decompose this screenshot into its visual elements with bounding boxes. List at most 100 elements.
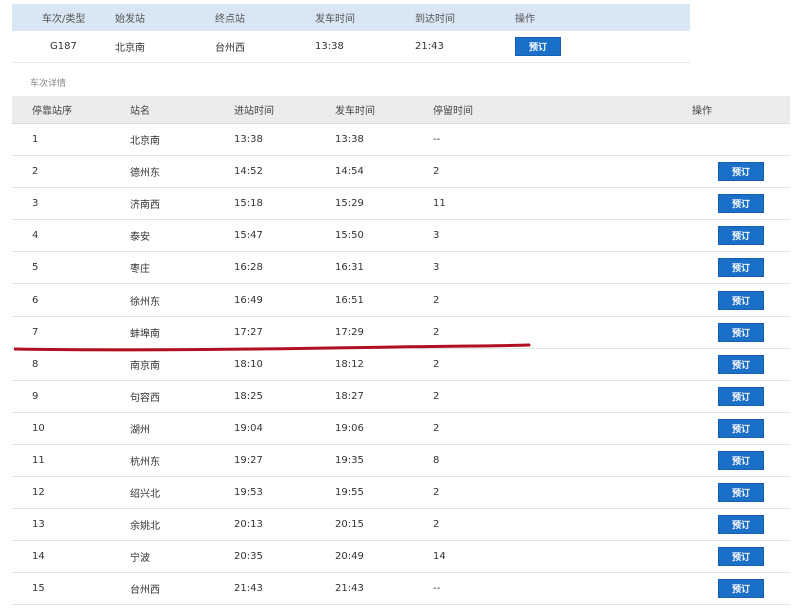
book-button[interactable]: 预订 bbox=[718, 258, 764, 278]
table-row: 10 湖州 19:04 19:06 2 预订 bbox=[12, 413, 790, 445]
stop-depart-time: 14:54 bbox=[335, 166, 364, 178]
stop-action-cell: 预订 bbox=[692, 354, 790, 374]
train-summary-table: 车次/类型 始发站 终点站 发车时间 到达时间 操作 G187 北京南 台州西 … bbox=[12, 4, 690, 63]
detail-header-seq: 停靠站序 bbox=[32, 106, 72, 117]
stop-action-cell: 预订 bbox=[692, 579, 790, 599]
stop-stay-minutes: 11 bbox=[433, 198, 446, 210]
summary-header-row: 车次/类型 始发站 终点站 发车时间 到达时间 操作 bbox=[12, 4, 690, 31]
stop-depart-time: 19:06 bbox=[335, 422, 364, 434]
stop-action-cell: 预订 bbox=[692, 515, 790, 535]
stop-stay-minutes: 2 bbox=[433, 166, 440, 178]
detail-header-station: 站名 bbox=[130, 106, 150, 117]
stop-depart-time: 15:29 bbox=[335, 198, 364, 210]
book-button[interactable]: 预订 bbox=[718, 515, 764, 535]
summary-book-button[interactable]: 预订 bbox=[515, 37, 561, 56]
stop-arrive-time: 19:04 bbox=[234, 422, 263, 434]
stop-seq: 10 bbox=[32, 422, 45, 434]
stop-action-cell: 预订 bbox=[692, 322, 790, 342]
table-row: 6 徐州东 16:49 16:51 2 预订 bbox=[12, 284, 790, 317]
stop-depart-time: 16:31 bbox=[335, 262, 364, 274]
stop-seq: 14 bbox=[32, 551, 45, 563]
table-row: 4 泰安 15:47 15:50 3 预订 bbox=[12, 220, 790, 253]
stop-action-cell: 预订 bbox=[692, 418, 790, 438]
stop-arrive-time: 20:13 bbox=[234, 519, 263, 531]
stop-station: 余姚北 bbox=[130, 521, 160, 533]
stop-seq: 9 bbox=[32, 390, 39, 402]
stop-station: 泰安 bbox=[130, 232, 150, 244]
stop-station: 蚌埠南 bbox=[130, 328, 160, 340]
stop-depart-time: 18:12 bbox=[335, 358, 364, 370]
stop-depart-time: 13:38 bbox=[335, 134, 364, 146]
stop-action-cell: 预订 bbox=[692, 162, 790, 182]
table-row: 1 北京南 13:38 13:38 -- bbox=[12, 124, 790, 157]
book-button[interactable]: 预订 bbox=[718, 354, 764, 374]
stop-seq: 2 bbox=[32, 166, 39, 178]
stop-arrive-time: 19:27 bbox=[234, 454, 263, 466]
stop-seq: 1 bbox=[32, 134, 39, 146]
stop-depart-time: 21:43 bbox=[335, 583, 364, 595]
table-row: 13 余姚北 20:13 20:15 2 预订 bbox=[12, 509, 790, 542]
summary-action-cell: 预订 bbox=[515, 37, 615, 56]
stop-station: 杭州东 bbox=[130, 456, 160, 468]
stop-depart-time: 20:15 bbox=[335, 519, 364, 531]
stop-seq: 4 bbox=[32, 230, 39, 242]
book-button[interactable]: 预订 bbox=[718, 226, 764, 246]
stop-stay-minutes: 3 bbox=[433, 262, 440, 274]
stop-arrive-time: 14:52 bbox=[234, 166, 263, 178]
stop-action-cell: 预订 bbox=[692, 194, 790, 214]
stop-arrive-time: 21:43 bbox=[234, 583, 263, 595]
stop-arrive-time: 16:49 bbox=[234, 294, 263, 306]
stop-seq: 12 bbox=[32, 487, 45, 499]
stop-station: 绍兴北 bbox=[130, 489, 160, 501]
detail-header-action: 操作 bbox=[692, 106, 712, 117]
stop-arrive-time: 18:10 bbox=[234, 358, 263, 370]
book-button[interactable]: 预订 bbox=[718, 579, 764, 599]
stop-arrive-time: 20:35 bbox=[234, 551, 263, 563]
stop-arrive-time: 18:25 bbox=[234, 390, 263, 402]
stop-action-cell: 预订 bbox=[692, 450, 790, 470]
book-button[interactable]: 预订 bbox=[718, 322, 764, 342]
stop-arrive-time: 13:38 bbox=[234, 134, 263, 146]
stop-station: 句容西 bbox=[130, 392, 160, 404]
summary-header-depart: 发车时间 bbox=[315, 14, 355, 25]
stop-station: 南京南 bbox=[130, 360, 160, 372]
book-button[interactable]: 预订 bbox=[718, 290, 764, 310]
stop-stay-minutes: 3 bbox=[433, 230, 440, 242]
table-row: 9 句容西 18:25 18:27 2 预订 bbox=[12, 381, 790, 413]
stop-seq: 11 bbox=[32, 454, 45, 466]
stop-depart-time: 16:51 bbox=[335, 294, 364, 306]
detail-body: 1 北京南 13:38 13:38 -- 2 德州东 14:52 14:54 2 预订 3 济南西 15:… bbox=[12, 124, 790, 606]
stop-stay-minutes: 2 bbox=[433, 294, 440, 306]
stop-station: 枣庄 bbox=[130, 264, 150, 276]
summary-header-origin: 始发站 bbox=[115, 14, 145, 25]
stop-station: 济南西 bbox=[130, 200, 160, 212]
table-row: 15 台州西 21:43 21:43 -- 预订 bbox=[12, 573, 790, 606]
summary-train-number: G187 bbox=[50, 41, 77, 52]
stop-station: 徐州东 bbox=[130, 296, 160, 308]
summary-destination: 台州西 bbox=[215, 43, 245, 54]
stop-seq: 15 bbox=[32, 583, 45, 595]
stop-depart-time: 19:55 bbox=[335, 487, 364, 499]
table-row: 11 杭州东 19:27 19:35 8 预订 bbox=[12, 445, 790, 478]
stop-stay-minutes: 14 bbox=[433, 551, 446, 563]
stop-stay-minutes: 2 bbox=[433, 390, 440, 402]
book-button[interactable]: 预订 bbox=[718, 386, 764, 406]
stop-arrive-time: 15:47 bbox=[234, 230, 263, 242]
book-button[interactable]: 预订 bbox=[718, 162, 764, 182]
book-button[interactable]: 预订 bbox=[718, 483, 764, 503]
stop-stay-minutes: 2 bbox=[433, 519, 440, 531]
page: 车次/类型 始发站 终点站 发车时间 到达时间 操作 G187 北京南 台州西 … bbox=[0, 0, 800, 609]
stop-stay-minutes: 2 bbox=[433, 326, 440, 338]
stop-seq: 3 bbox=[32, 198, 39, 210]
summary-origin: 北京南 bbox=[115, 43, 145, 54]
stop-arrive-time: 17:27 bbox=[234, 326, 263, 338]
book-button[interactable]: 预订 bbox=[718, 547, 764, 567]
book-button[interactable]: 预订 bbox=[718, 418, 764, 438]
stop-stay-minutes: 2 bbox=[433, 422, 440, 434]
book-button[interactable]: 预订 bbox=[718, 194, 764, 214]
section-title: 车次详情 bbox=[30, 79, 67, 89]
book-button[interactable]: 预订 bbox=[718, 450, 764, 470]
stop-seq: 8 bbox=[32, 358, 39, 370]
annotation-underline bbox=[14, 343, 531, 352]
stop-arrive-time: 15:18 bbox=[234, 198, 263, 210]
